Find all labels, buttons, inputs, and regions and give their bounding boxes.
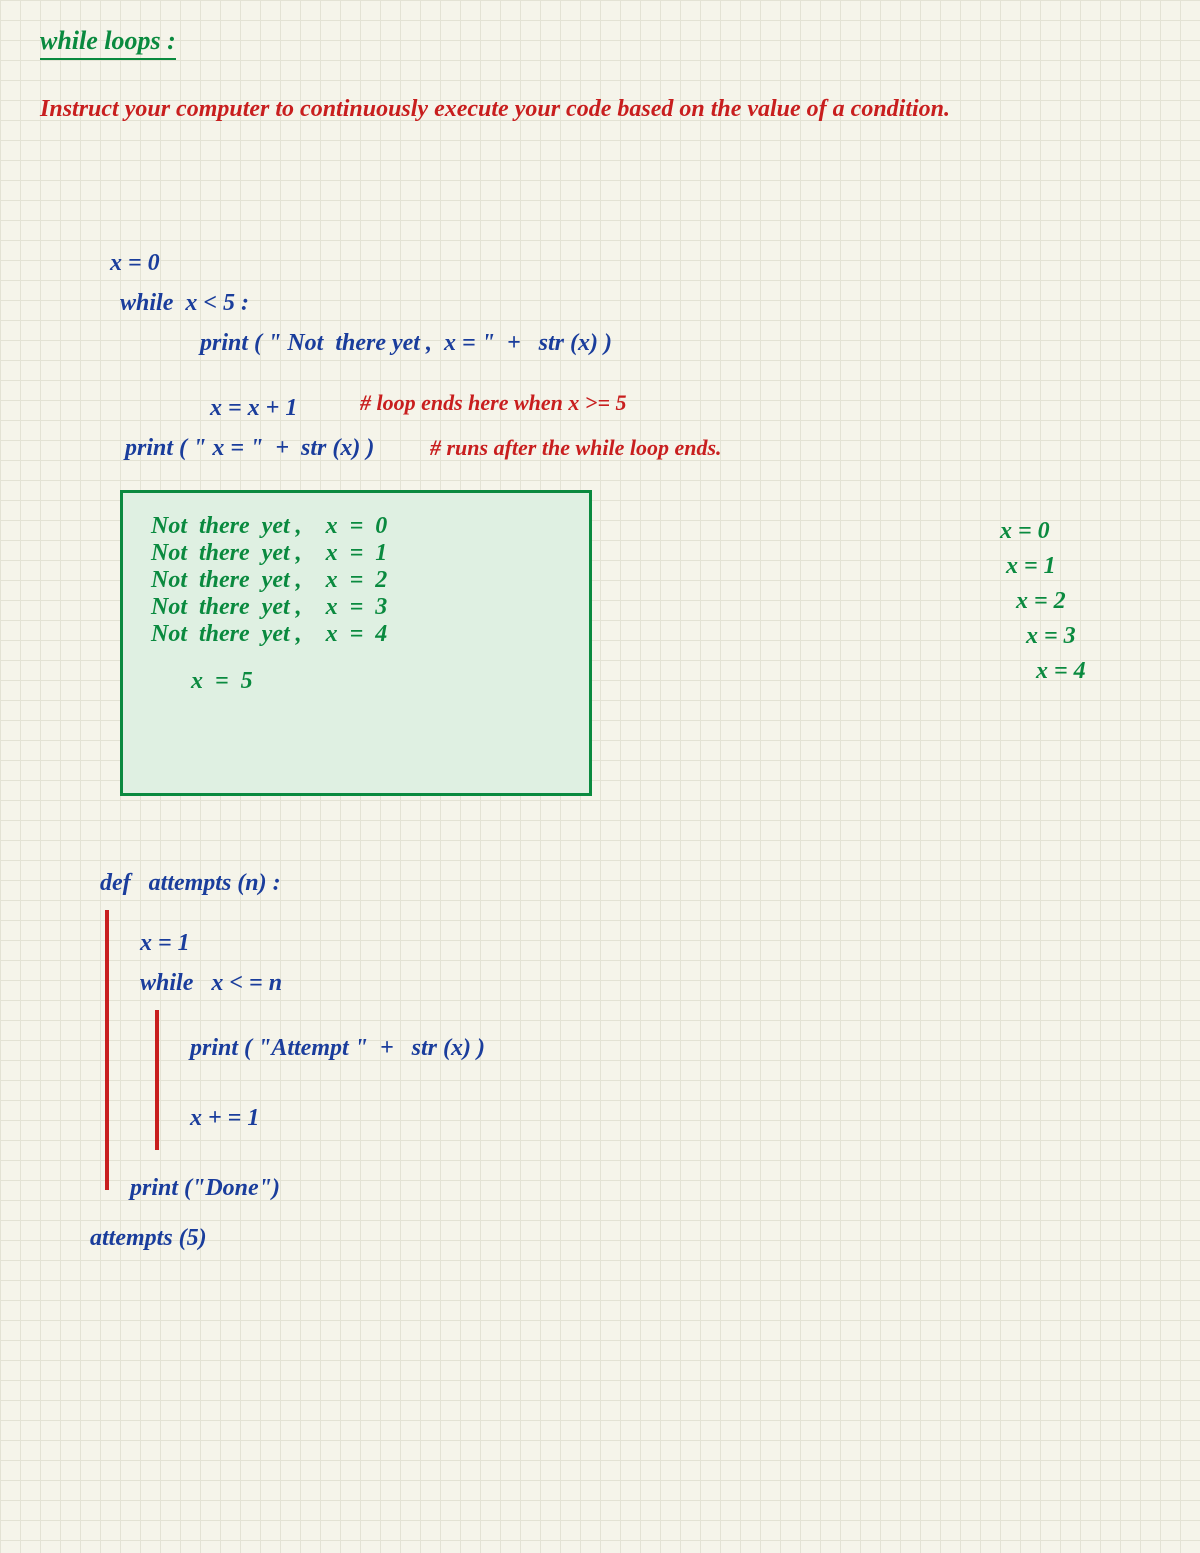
side-values: x = 0 x = 1 x = 2 x = 3 x = 4 — [1000, 510, 1086, 693]
code1-line1: x = 0 — [110, 250, 160, 277]
code2-print-attempt: print ( "Attempt " + str (x) ) — [190, 1035, 485, 1062]
side-x3: x = 3 — [1026, 623, 1086, 650]
side-x1: x = 1 — [1006, 553, 1086, 580]
code2-increment: x + = 1 — [190, 1105, 259, 1132]
code2-print-done: print ("Done") — [130, 1175, 280, 1202]
output-line-1: Not there yet , x = 0 — [151, 513, 561, 540]
output-line-3: Not there yet , x = 2 — [151, 567, 561, 594]
code1-line3: print ( " Not there yet , x = " + str (x… — [200, 330, 612, 357]
code1-line2: while x < 5 : — [120, 290, 249, 317]
output-line-6: x = 5 — [191, 668, 561, 695]
description-text: Instruct your computer to continuously e… — [40, 90, 1140, 128]
code2-call: attempts (5) — [90, 1225, 207, 1252]
code2-def: def attempts (n) : — [100, 870, 281, 897]
code2-while: while x < = n — [140, 970, 282, 997]
indent-bar-inner — [155, 1010, 159, 1150]
output-line-2: Not there yet , x = 1 — [151, 540, 561, 567]
heading-while-loops: while loops : — [40, 26, 176, 60]
output-line-4: Not there yet , x = 3 — [151, 594, 561, 621]
code1-comment2: # runs after the while loop ends. — [430, 435, 722, 461]
side-x2: x = 2 — [1016, 588, 1086, 615]
code2-x1: x = 1 — [140, 930, 190, 957]
output-box: Not there yet , x = 0 Not there yet , x … — [120, 490, 592, 796]
side-x4: x = 4 — [1036, 658, 1086, 685]
output-line-5: Not there yet , x = 4 — [151, 621, 561, 648]
code1-line5: print ( " x = " + str (x) ) — [125, 435, 374, 462]
indent-bar-outer — [105, 910, 109, 1190]
code1-comment1: # loop ends here when x >= 5 — [360, 390, 626, 416]
side-x0: x = 0 — [1000, 518, 1086, 545]
code1-line4: x = x + 1 — [210, 395, 297, 422]
